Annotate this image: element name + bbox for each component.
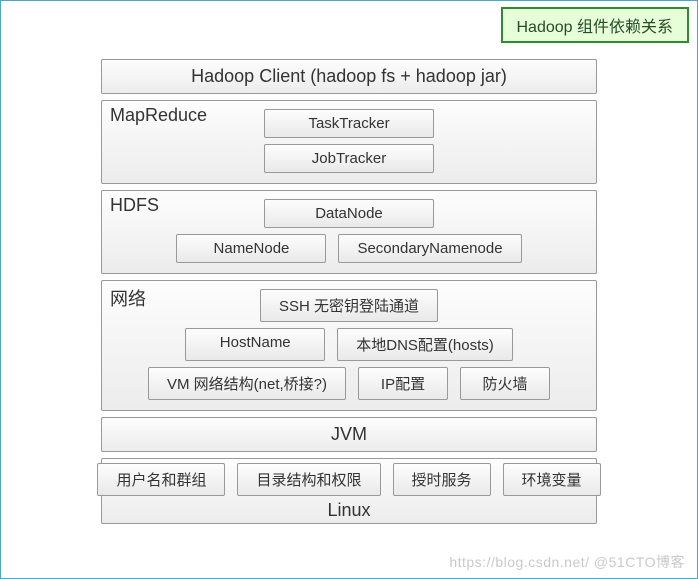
localdns-node: 本地DNS配置(hosts)	[337, 328, 513, 361]
tasktracker-node: TaskTracker	[264, 109, 434, 138]
mapreduce-layer: MapReduce TaskTracker JobTracker	[101, 100, 597, 184]
network-label: 网络	[110, 285, 146, 311]
linux-layer: 用户名和群组 目录结构和权限 授时服务 环境变量 Linux	[101, 458, 597, 524]
usergroup-node: 用户名和群组	[97, 463, 225, 496]
watermark: https://blog.csdn.net/ @51CTO博客	[449, 552, 685, 572]
datanode-node: DataNode	[264, 199, 434, 228]
ssh-node: SSH 无密钥登陆通道	[260, 289, 438, 322]
firewall-node: 防火墙	[460, 367, 550, 400]
namenode-node: NameNode	[176, 234, 326, 263]
linux-label: Linux	[110, 498, 588, 521]
client-layer: Hadoop Client (hadoop fs + hadoop jar)	[101, 59, 597, 94]
env-node: 环境变量	[503, 463, 601, 496]
diagram-title-badge: Hadoop 组件依赖关系	[501, 7, 690, 43]
mapreduce-label: MapReduce	[110, 105, 207, 126]
vm-net-node: VM 网络结构(net,桥接?)	[148, 367, 346, 400]
ip-node: IP配置	[358, 367, 448, 400]
secondary-namenode-node: SecondaryNamenode	[338, 234, 521, 263]
layer-stack: Hadoop Client (hadoop fs + hadoop jar) M…	[101, 59, 597, 524]
network-layer: 网络 SSH 无密钥登陆通道 HostName 本地DNS配置(hosts) V…	[101, 280, 597, 411]
hostname-node: HostName	[185, 328, 325, 361]
jvm-layer: JVM	[101, 417, 597, 452]
dirs-node: 目录结构和权限	[237, 463, 380, 496]
jobtracker-node: JobTracker	[264, 144, 434, 173]
hdfs-label: HDFS	[110, 195, 159, 216]
time-node: 授时服务	[393, 463, 491, 496]
hdfs-layer: HDFS DataNode NameNode SecondaryNamenode	[101, 190, 597, 274]
diagram-canvas: Hadoop 组件依赖关系 Hadoop Client (hadoop fs +…	[0, 0, 698, 579]
